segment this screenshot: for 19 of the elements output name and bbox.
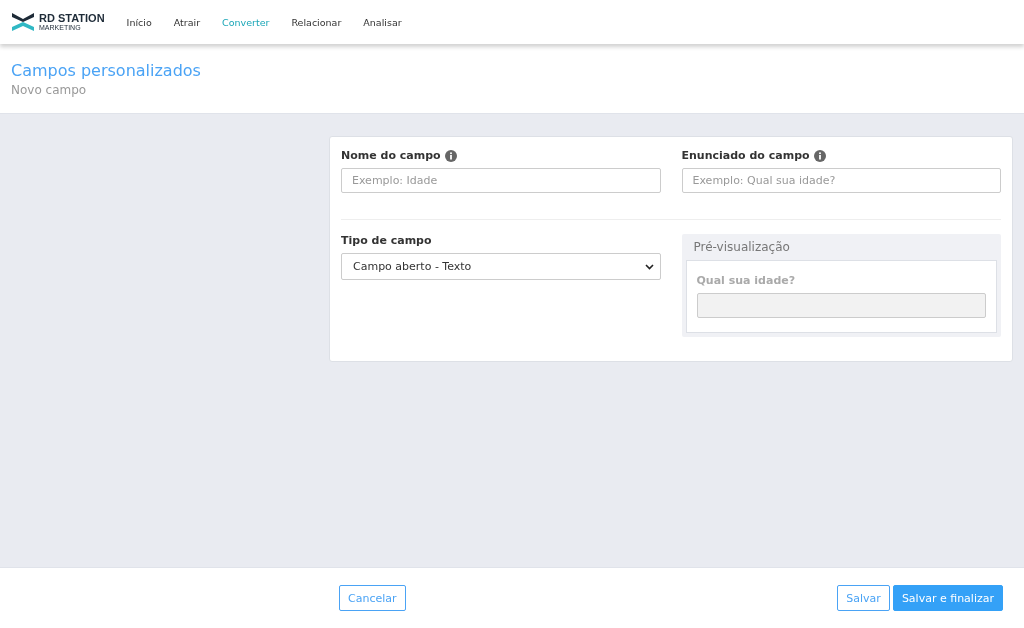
preview-question: Qual sua idade? xyxy=(696,274,797,287)
page-subtitle: Novo campo xyxy=(11,83,88,97)
logo-icon xyxy=(11,11,35,33)
brand-name: RD STATION xyxy=(39,13,105,24)
nav-link[interactable]: Relacionar xyxy=(291,16,342,28)
field-type-select[interactable]: Campo aberto - Texto xyxy=(341,253,661,280)
info-icon[interactable] xyxy=(813,149,826,162)
field-statement-input[interactable]: Exemplo: Qual sua idade? xyxy=(681,168,1001,193)
field-label: Enunciado do campo xyxy=(681,149,810,162)
page-title: Campos personalizados xyxy=(11,61,202,80)
field-label: Nome do campo xyxy=(341,149,441,162)
nav-link[interactable]: Atrair xyxy=(173,16,201,28)
nav-link[interactable]: Analisar xyxy=(363,16,402,28)
nav-link[interactable]: Início xyxy=(126,16,152,28)
field-name-input[interactable]: Exemplo: Idade xyxy=(341,168,661,193)
chevron-down-icon xyxy=(644,263,654,270)
preview-title: Pré-visualização xyxy=(693,240,791,254)
info-icon[interactable] xyxy=(444,149,457,162)
field-label: Tipo de campo xyxy=(341,234,432,247)
